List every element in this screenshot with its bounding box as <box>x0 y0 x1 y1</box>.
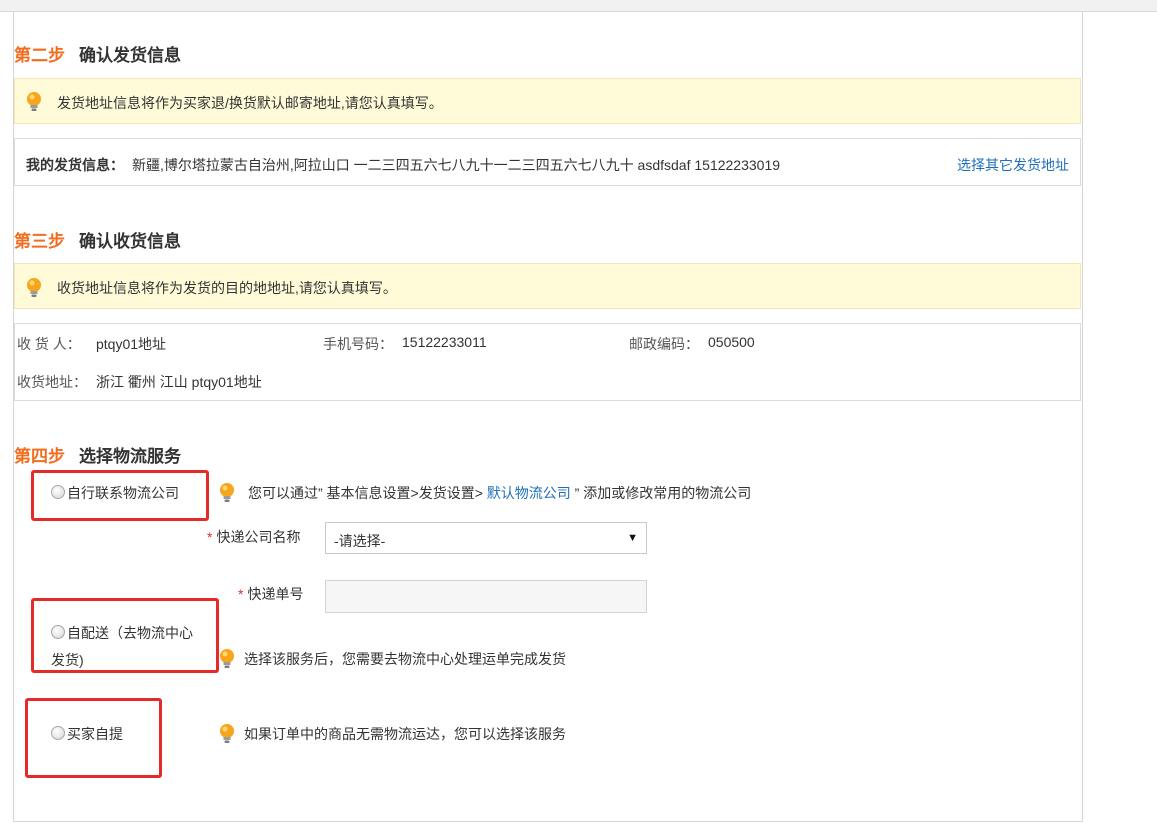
receiver-phone-label: 手机号码： <box>323 336 393 352</box>
default-logistics-link[interactable]: 默认物流公司 <box>487 485 571 501</box>
company-name-text: 快递公司名称 <box>216 529 301 545</box>
lightbulb-icon <box>218 482 236 504</box>
choose-other-address-link[interactable]: 选择其它发货地址 <box>957 155 1069 175</box>
step3-number: 第三步 <box>14 232 65 251</box>
sender-info-value: 新疆,博尔塔拉蒙古自治州,阿拉山口 一二三四五六七八九十一二三四五六七八九十 a… <box>132 157 781 173</box>
receiver-name-value: ptqy01地址 <box>96 336 167 352</box>
required-mark: * <box>238 586 244 602</box>
radio-unchecked-icon[interactable] <box>51 485 65 499</box>
step3-notice-text: 收货地址信息将作为发货的目的地地址,请您认真填写。 <box>57 280 397 296</box>
radio-self-delivery[interactable]: 自配送（去物流中心 <box>51 623 193 643</box>
step3-heading: 确认收货信息 <box>79 232 181 251</box>
lightbulb-icon <box>25 91 43 113</box>
lightbulb-icon <box>25 277 43 299</box>
receiver-zip-label: 邮政编码： <box>629 336 699 352</box>
tracking-number-text: 快递单号 <box>247 586 304 602</box>
step2-heading: 确认发货信息 <box>79 46 181 65</box>
lightbulb-icon <box>218 723 236 745</box>
option1-hint: 您可以通过” 基本信息设置>发货设置> 默认物流公司 ” 添加或修改常用的物流公… <box>248 483 751 503</box>
receiver-address-value: 浙江 衢州 江山 ptqy01地址 <box>96 374 262 390</box>
option3-hint: 如果订单中的商品无需物流运达，您可以选择该服务 <box>244 726 566 742</box>
step4-heading: 选择物流服务 <box>79 447 181 466</box>
tracking-number-input[interactable] <box>325 580 647 613</box>
radio-unchecked-icon[interactable] <box>51 726 65 740</box>
step2-number: 第二步 <box>14 46 65 65</box>
sender-info-label: 我的发货信息： <box>26 157 124 173</box>
step3-notice: 收货地址信息将作为发货的目的地地址,请您认真填写。 <box>14 263 1081 309</box>
option1-hint-suffix: ” 添加或修改常用的物流公司 <box>570 485 752 501</box>
receiver-name-label: 收 货 人： <box>17 336 81 352</box>
radio-self-contact-logistics[interactable]: 自行联系物流公司 <box>51 483 179 503</box>
radio-unchecked-icon[interactable] <box>51 625 65 639</box>
option2-label-line1: 自配送（去物流中心 <box>67 625 193 641</box>
receiver-zip-value: 050500 <box>708 334 755 350</box>
receiver-info-box: 收 货 人： ptqy01地址 手机号码： 15122233011 邮政编码： … <box>14 323 1081 401</box>
option2-label-line2: 发货) <box>51 652 84 668</box>
receiver-phone-value: 15122233011 <box>402 334 487 350</box>
step2-title: 第二步 确认发货信息 <box>14 41 181 66</box>
company-select[interactable]: -请选择- ▼ <box>325 522 647 554</box>
company-name-label: * 快递公司名称 <box>207 527 300 547</box>
content-frame <box>13 12 1083 822</box>
step2-notice-text: 发货地址信息将作为买家退/换货默认邮寄地址,请您认真填写。 <box>57 95 443 111</box>
company-select-value: -请选择- <box>334 533 386 549</box>
option1-hint-prefix: 您可以通过” 基本信息设置>发货设置> <box>248 485 487 501</box>
tracking-number-label: * 快递单号 <box>238 584 303 604</box>
lightbulb-icon <box>218 648 236 670</box>
receiver-address-label: 收货地址： <box>17 374 87 390</box>
sender-info-box: 我的发货信息： 新疆,博尔塔拉蒙古自治州,阿拉山口 一二三四五六七八九十一二三四… <box>14 138 1081 186</box>
dropdown-arrow-icon: ▼ <box>627 532 638 544</box>
step4-title: 第四步 选择物流服务 <box>14 442 181 467</box>
step4-number: 第四步 <box>14 447 65 466</box>
option1-label: 自行联系物流公司 <box>67 485 179 501</box>
required-mark: * <box>207 529 213 545</box>
radio-buyer-pickup[interactable]: 买家自提 <box>51 724 123 744</box>
step3-title: 第三步 确认收货信息 <box>14 227 181 252</box>
browser-top-strip <box>0 0 1157 12</box>
option2-hint: 选择该服务后，您需要去物流中心处理运单完成发货 <box>244 651 566 667</box>
step2-notice: 发货地址信息将作为买家退/换货默认邮寄地址,请您认真填写。 <box>14 78 1081 124</box>
option3-label: 买家自提 <box>67 726 123 742</box>
